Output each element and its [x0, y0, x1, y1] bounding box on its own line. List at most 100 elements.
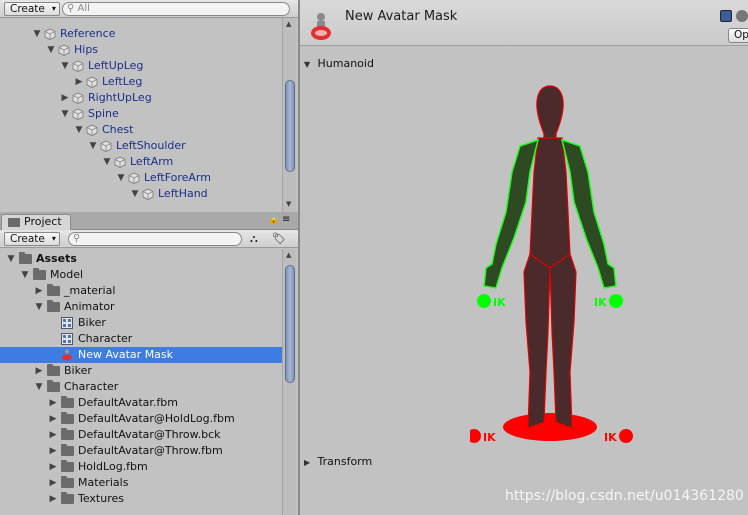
expanded-arrow-icon[interactable]: ▼ — [116, 170, 126, 186]
collapsed-arrow-icon[interactable]: ▶ — [48, 475, 58, 491]
hierarchy-row[interactable]: ▼ LeftForeArm — [0, 170, 282, 186]
project-row[interactable]: ▶ Biker — [0, 363, 282, 379]
expanded-arrow-icon[interactable]: ▼ — [130, 186, 140, 202]
gameobject-icon — [72, 108, 84, 120]
project-tree: ▼ Assets ▼ Model ▶ _material ▼ Animator Biker Cha… — [0, 251, 282, 515]
tab-project[interactable]: Project — [1, 214, 71, 230]
hierarchy-row-label: Spine — [88, 107, 119, 120]
project-create-button[interactable]: Create ▾ — [4, 232, 60, 246]
expanded-arrow-icon[interactable]: ▼ — [20, 267, 30, 283]
collapsed-arrow-icon[interactable]: ▶ — [48, 459, 58, 475]
collapsed-arrow-icon[interactable]: ▶ — [34, 283, 44, 299]
project-row[interactable]: ▶ DefaultAvatar@Throw.bck — [0, 427, 282, 443]
hierarchy-row[interactable]: ▼ Hips — [0, 42, 282, 58]
project-row[interactable]: ▶ Materials — [0, 475, 282, 491]
hierarchy-scroll-thumb[interactable] — [285, 80, 295, 172]
project-row-label: Materials — [78, 476, 129, 489]
folder-icon — [61, 428, 74, 440]
right-foot-ik-toggle[interactable] — [619, 429, 633, 443]
expanded-arrow-icon[interactable]: ▼ — [60, 58, 70, 74]
scroll-down-icon[interactable]: ▼ — [286, 200, 291, 208]
hierarchy-scrollbar[interactable]: ▲ ▼ — [282, 18, 296, 212]
expanded-arrow-icon[interactable]: ▼ — [102, 154, 112, 170]
folder-icon — [47, 364, 60, 376]
project-search-input[interactable]: ⚲ — [68, 232, 242, 246]
scroll-up-icon[interactable]: ▲ — [286, 20, 291, 28]
gear-icon[interactable] — [736, 10, 748, 22]
hierarchy-row-label: LeftForeArm — [144, 171, 211, 184]
project-row[interactable]: ▼ Model — [0, 267, 282, 283]
collapsed-arrow-icon[interactable]: ▶ — [48, 427, 58, 443]
project-row[interactable]: ▶ DefaultAvatar@HoldLog.fbm — [0, 411, 282, 427]
project-row[interactable]: ▶ DefaultAvatar@Throw.fbm — [0, 443, 282, 459]
expanded-arrow-icon[interactable]: ▼ — [88, 138, 98, 154]
transform-foldout[interactable]: ▶ Transform — [304, 455, 372, 468]
gameobject-icon — [100, 140, 112, 152]
expanded-arrow-icon[interactable]: ▼ — [32, 26, 42, 42]
folder-icon — [61, 412, 74, 424]
gameobject-icon — [114, 156, 126, 168]
hierarchy-create-button[interactable]: Create ▾ — [4, 2, 60, 16]
expanded-arrow-icon[interactable]: ▼ — [34, 379, 44, 395]
scroll-up-icon[interactable]: ▲ — [286, 251, 291, 259]
project-row[interactable]: ▶ _material — [0, 283, 282, 299]
collapsed-arrow-icon[interactable]: ▶ — [34, 363, 44, 379]
project-row[interactable]: New Avatar Mask — [0, 347, 282, 363]
hierarchy-search-input[interactable]: ⚲ All — [62, 2, 290, 16]
menu-icon[interactable]: ≡ — [282, 214, 290, 225]
lock-icon[interactable]: 🔒 — [268, 215, 279, 225]
humanoid-foldout[interactable]: ▼ Humanoid — [304, 57, 374, 70]
hierarchy-row-label: Hips — [74, 43, 99, 56]
left-leg-part[interactable] — [523, 253, 551, 429]
project-tab-label: Project — [24, 215, 62, 228]
project-row[interactable]: ▼ Animator — [0, 299, 282, 315]
expanded-arrow-icon[interactable]: ▼ — [34, 299, 44, 315]
project-row-label: Textures — [78, 492, 124, 505]
project-row-label: Assets — [36, 252, 77, 265]
filter-label-icon[interactable]: 🏷 — [272, 232, 286, 245]
hierarchy-row[interactable]: ▼ LeftShoulder — [0, 138, 282, 154]
open-button[interactable]: Op — [728, 28, 748, 43]
hierarchy-row[interactable]: ▼ LeftArm — [0, 154, 282, 170]
search-icon: ⚲ — [73, 233, 81, 244]
collapsed-arrow-icon[interactable]: ▶ — [48, 395, 58, 411]
collapsed-arrow-icon[interactable]: ▶ — [48, 443, 58, 459]
project-row[interactable]: ▼ Character — [0, 379, 282, 395]
hierarchy-row[interactable]: ▼ LeftUpLeg — [0, 58, 282, 74]
inspector-title: New Avatar Mask — [345, 9, 458, 24]
root-toggle[interactable] — [503, 413, 597, 441]
right-foot-ik-label: IK — [604, 431, 617, 444]
project-scroll-thumb[interactable] — [285, 265, 295, 383]
project-row[interactable]: ▶ Textures — [0, 491, 282, 507]
expanded-arrow-icon[interactable]: ▼ — [74, 122, 84, 138]
expanded-arrow-icon[interactable]: ▼ — [6, 251, 16, 267]
hierarchy-row[interactable]: ▼ LeftHand — [0, 186, 282, 202]
expanded-arrow-icon[interactable]: ▼ — [46, 42, 56, 58]
project-row-label: New Avatar Mask — [78, 348, 174, 361]
project-row[interactable]: Biker — [0, 315, 282, 331]
project-row[interactable]: ▶ DefaultAvatar.fbm — [0, 395, 282, 411]
help-icon[interactable] — [720, 10, 732, 22]
head-part[interactable] — [536, 85, 564, 139]
torso-part[interactable] — [529, 137, 571, 269]
hierarchy-row[interactable]: ▶ LeftLeg — [0, 74, 282, 90]
filter-type-icon[interactable]: ⛬ — [250, 232, 258, 246]
hierarchy-row[interactable]: ▼ Chest — [0, 122, 282, 138]
project-row[interactable]: ▶ HoldLog.fbm — [0, 459, 282, 475]
left-hand-ik-toggle[interactable] — [477, 294, 491, 308]
collapsed-arrow-icon[interactable]: ▶ — [74, 74, 84, 90]
right-leg-part[interactable] — [549, 253, 577, 429]
project-scrollbar[interactable]: ▲ — [282, 249, 296, 515]
collapsed-arrow-icon[interactable]: ▶ — [60, 90, 70, 106]
project-row[interactable]: ▼ Assets — [0, 251, 282, 267]
right-hand-ik-toggle[interactable] — [609, 294, 623, 308]
hierarchy-row[interactable]: ▶ RightUpLeg — [0, 90, 282, 106]
hierarchy-row[interactable]: ▼ Spine — [0, 106, 282, 122]
expanded-arrow-icon[interactable]: ▼ — [60, 106, 70, 122]
left-foot-ik-toggle[interactable] — [470, 429, 481, 443]
avatar-mask-icon — [311, 13, 331, 40]
collapsed-arrow-icon[interactable]: ▶ — [48, 411, 58, 427]
project-row[interactable]: Character — [0, 331, 282, 347]
collapsed-arrow-icon[interactable]: ▶ — [48, 491, 58, 507]
hierarchy-row[interactable]: ▼ Reference — [0, 26, 282, 42]
